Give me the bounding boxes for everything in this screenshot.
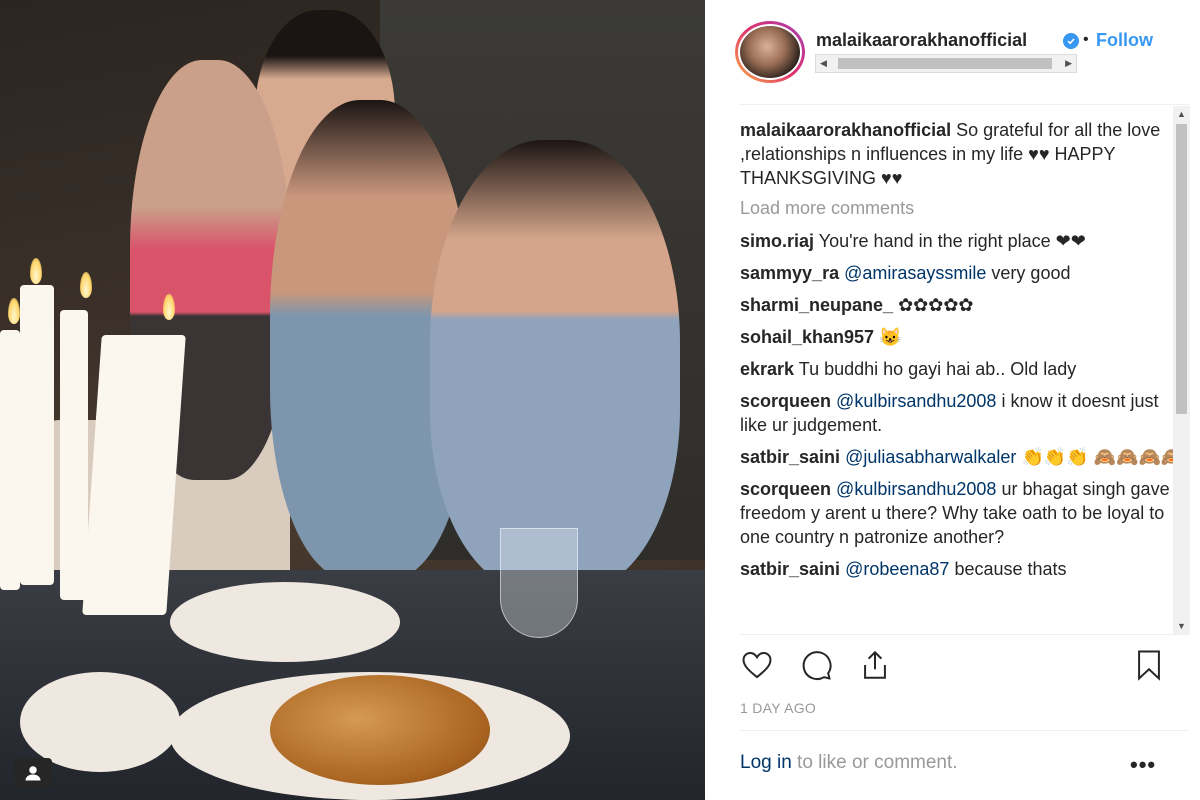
more-options-icon[interactable]: ••• xyxy=(1130,752,1156,778)
comment-mention[interactable]: @kulbirsandhu2008 xyxy=(836,391,996,411)
photo-wine-glass xyxy=(500,528,578,638)
comment-author[interactable]: simo.riaj xyxy=(740,231,814,251)
bookmark-icon[interactable] xyxy=(1132,648,1168,684)
comment-mention[interactable]: @amirasayssmile xyxy=(844,263,986,283)
share-icon[interactable] xyxy=(858,648,894,684)
comment-text: because thats xyxy=(954,559,1067,579)
comment-text: very good xyxy=(991,263,1071,283)
avatar[interactable] xyxy=(735,21,805,83)
post-timestamp: 1 DAY AGO xyxy=(740,700,817,716)
scrollbar-thumb[interactable] xyxy=(838,58,1052,69)
comment-item: scorqueen @kulbirsandhu2008 i know it do… xyxy=(740,389,1185,437)
load-more-comments-button[interactable]: Load more comments xyxy=(740,198,1185,219)
comment-author[interactable]: ekrark xyxy=(740,359,794,379)
comment-author[interactable]: satbir_saini xyxy=(740,447,840,467)
comment-text: 👏👏👏 🙈🙈🙈🙈 xyxy=(1021,447,1184,467)
comment-text: You're hand in the right place ❤❤ xyxy=(818,231,1086,251)
photo-candle-flame xyxy=(80,272,92,298)
comment-item: satbir_saini @juliasabharwalkaler 👏👏👏 🙈🙈… xyxy=(740,445,1185,469)
vertical-scrollbar[interactable]: ▲ ▼ xyxy=(1173,106,1190,634)
scroll-down-arrow-icon[interactable]: ▼ xyxy=(1177,621,1186,631)
divider xyxy=(739,730,1189,731)
comment-text: Tu buddhi ho gayi hai ab.. Old lady xyxy=(798,359,1077,379)
photo-candle-flame xyxy=(30,258,42,284)
login-prompt: Log in to like or comment. xyxy=(740,752,958,774)
comment-author[interactable]: satbir_saini xyxy=(740,559,840,579)
scrollbar-thumb[interactable] xyxy=(1176,124,1187,414)
post-sidebar: malaikaarorakhanofficial • Follow ◀ ▶ ma… xyxy=(705,0,1200,800)
comment-author[interactable]: sammyy_ra xyxy=(740,263,839,283)
horizontal-scrollbar[interactable]: ◀ ▶ xyxy=(815,54,1077,73)
username-link[interactable]: malaikaarorakhanofficial xyxy=(816,30,1027,51)
comment-text: 😺 xyxy=(879,327,902,347)
photo-plate xyxy=(20,672,180,772)
comment-item: sammyy_ra @amirasayssmile very good xyxy=(740,261,1185,285)
caption-author[interactable]: malaikaarorakhanofficial xyxy=(740,120,951,140)
comment-mention[interactable]: @kulbirsandhu2008 xyxy=(836,479,996,499)
comment-author[interactable]: sharmi_neupane_ xyxy=(740,295,893,315)
scroll-up-arrow-icon[interactable]: ▲ xyxy=(1177,109,1186,119)
post-header: malaikaarorakhanofficial • Follow ◀ ▶ xyxy=(705,0,1200,104)
comment-author[interactable]: scorqueen xyxy=(740,479,831,499)
comment-mention[interactable]: @robeena87 xyxy=(845,559,949,579)
photo-candle xyxy=(20,285,54,585)
photo-candle-flame xyxy=(8,298,20,324)
comment-item: scorqueen @kulbirsandhu2008 ur bhagat si… xyxy=(740,477,1185,549)
photo-candle xyxy=(0,330,20,590)
comment-item: sohail_khan957 😺 xyxy=(740,325,1185,349)
divider xyxy=(739,104,1189,105)
scroll-left-arrow-icon[interactable]: ◀ xyxy=(820,58,827,69)
login-prompt-text: to like or comment. xyxy=(791,752,958,773)
post-caption: malaikaarorakhanofficial So grateful for… xyxy=(740,118,1185,190)
comment-item: satbir_saini @robeena87 because thats xyxy=(740,557,1185,581)
comment-item: ekrark Tu buddhi ho gayi hai ab.. Old la… xyxy=(740,357,1185,381)
comment-mention[interactable]: @juliasabharwalkaler xyxy=(845,447,1016,467)
photo-candle xyxy=(60,310,88,600)
user-tag-icon[interactable] xyxy=(14,758,52,788)
comment-author[interactable]: sohail_khan957 xyxy=(740,327,874,347)
login-link[interactable]: Log in xyxy=(740,752,792,773)
scroll-right-arrow-icon[interactable]: ▶ xyxy=(1065,58,1072,69)
comment-item: simo.riaj You're hand in the right place… xyxy=(740,229,1185,253)
post-actions xyxy=(740,648,1170,684)
heart-icon[interactable] xyxy=(740,648,776,684)
comment-bubble-icon[interactable] xyxy=(799,648,835,684)
verified-badge-icon xyxy=(1063,33,1079,49)
post-photo[interactable] xyxy=(0,0,705,800)
follow-button[interactable]: Follow xyxy=(1096,30,1153,51)
comments-list: malaikaarorakhanofficial So grateful for… xyxy=(740,106,1185,634)
header-separator: • xyxy=(1083,31,1089,48)
comment-author[interactable]: scorqueen xyxy=(740,391,831,411)
comment-item: sharmi_neupane_ ✿✿✿✿✿ xyxy=(740,293,1185,317)
photo-plate xyxy=(170,582,400,662)
photo-turkey xyxy=(270,675,490,785)
comment-text: ✿✿✿✿✿ xyxy=(898,295,974,315)
photo-person xyxy=(430,140,680,590)
divider xyxy=(739,634,1189,635)
photo-candle-flame xyxy=(163,294,175,320)
